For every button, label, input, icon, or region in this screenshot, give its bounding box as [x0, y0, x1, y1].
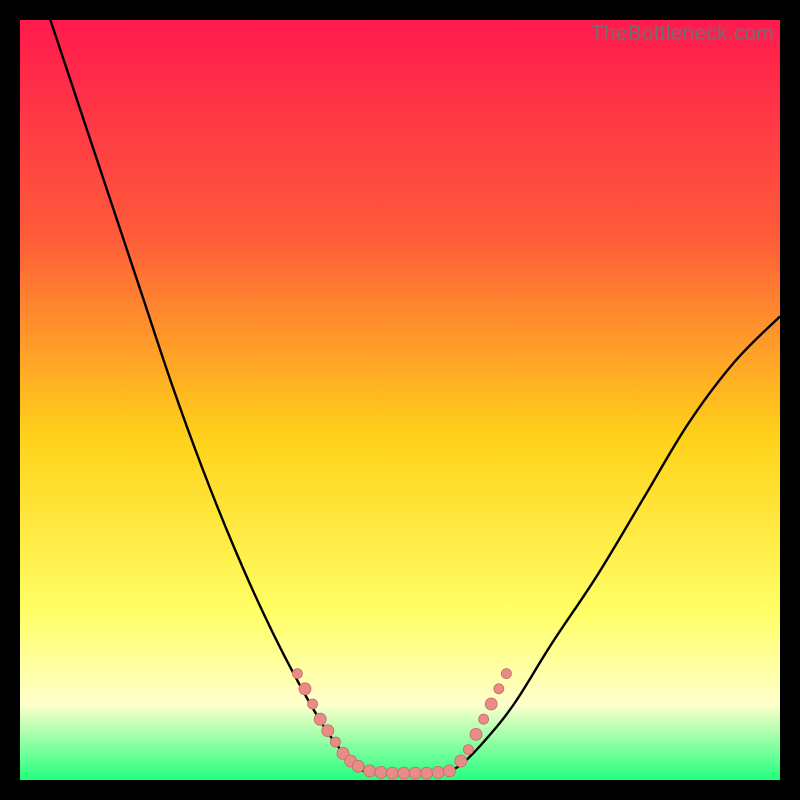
- data-dot: [314, 713, 326, 725]
- chart-frame: TheBottleneck.com: [20, 20, 780, 780]
- data-dot: [330, 737, 340, 747]
- data-dot: [375, 766, 387, 778]
- data-dots: [292, 669, 511, 780]
- data-dot: [455, 755, 467, 767]
- data-dot: [398, 767, 410, 779]
- bottleneck-curve: [20, 20, 780, 780]
- data-dot: [485, 698, 497, 710]
- data-dot: [443, 765, 455, 777]
- data-dot: [501, 669, 511, 679]
- data-dot: [364, 765, 376, 777]
- data-dot: [308, 699, 318, 709]
- plot-area: TheBottleneck.com: [20, 20, 780, 780]
- data-dot: [386, 767, 398, 779]
- data-dot: [494, 684, 504, 694]
- watermark-text: TheBottleneck.com: [591, 22, 774, 46]
- data-dot: [463, 745, 473, 755]
- data-dot: [479, 714, 489, 724]
- data-dot: [409, 767, 421, 779]
- data-dot: [421, 767, 433, 779]
- data-dot: [299, 683, 311, 695]
- curve-line: [50, 20, 780, 774]
- data-dot: [470, 728, 482, 740]
- data-dot: [292, 669, 302, 679]
- data-dot: [352, 760, 364, 772]
- data-dot: [432, 766, 444, 778]
- data-dot: [322, 725, 334, 737]
